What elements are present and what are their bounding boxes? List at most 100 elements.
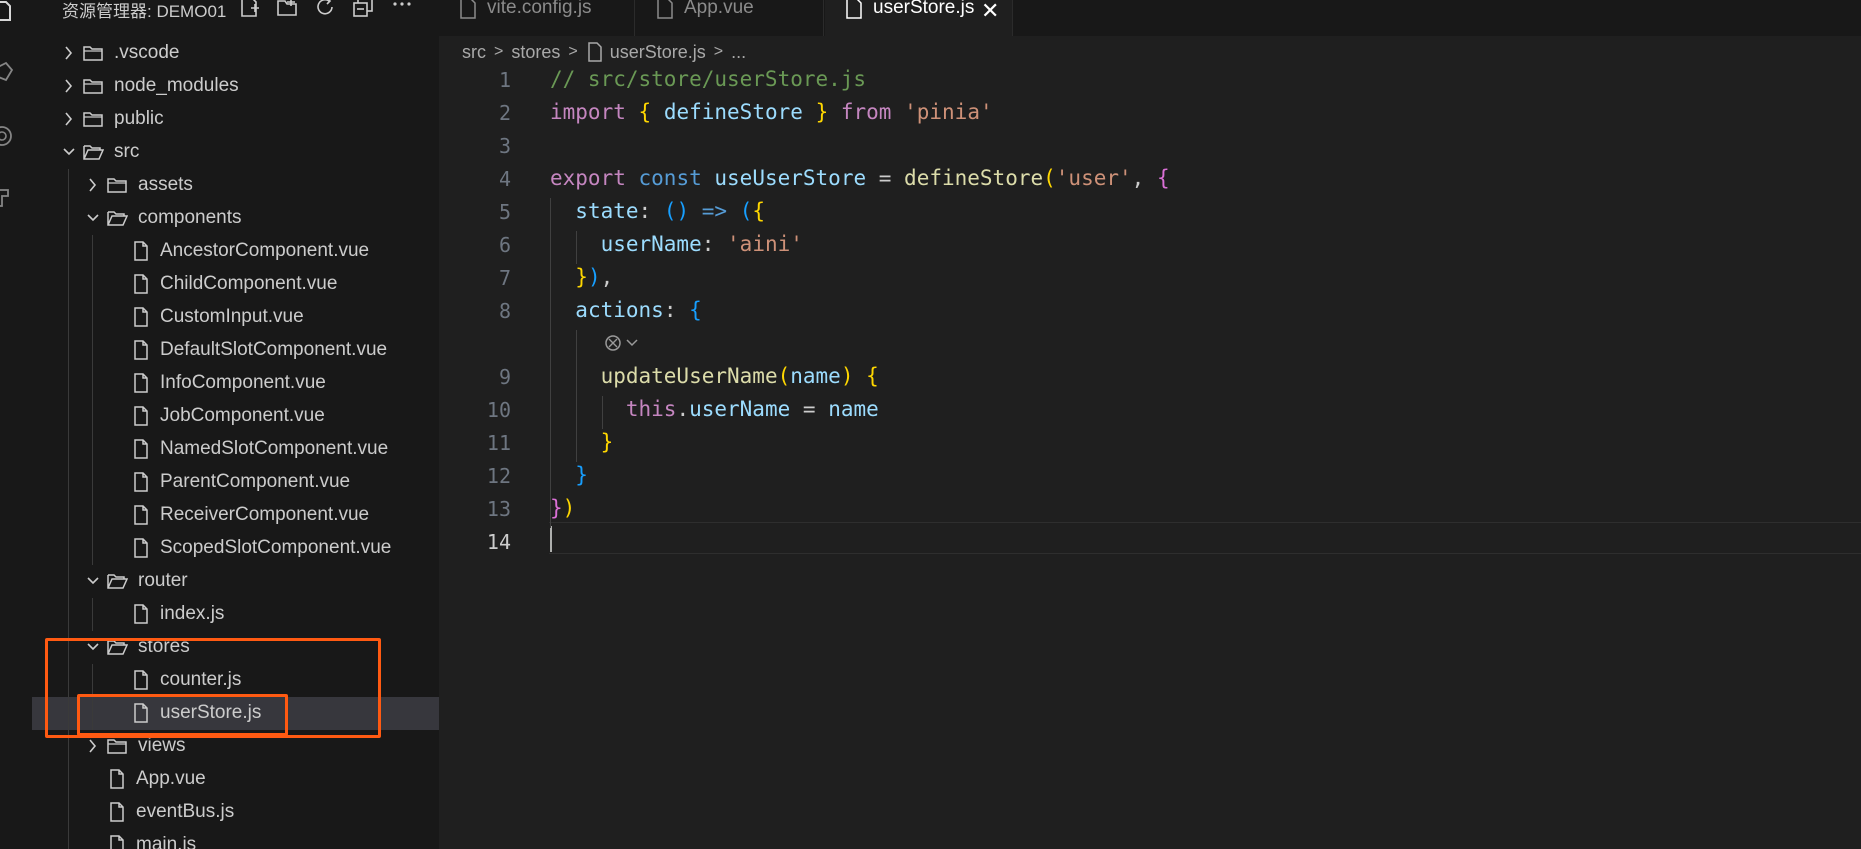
file-item[interactable]: CustomInput.vue bbox=[32, 301, 439, 334]
line-number: 9 bbox=[498, 365, 511, 389]
code-token: ( bbox=[1043, 166, 1056, 190]
file-item[interactable]: main.js bbox=[32, 829, 439, 849]
search-icon[interactable] bbox=[0, 60, 24, 88]
chevron-right-icon[interactable] bbox=[86, 177, 100, 193]
breadcrumb-item[interactable]: userStore.js bbox=[610, 42, 706, 63]
chevron-down-icon[interactable] bbox=[86, 210, 100, 226]
codelens[interactable] bbox=[603, 331, 651, 355]
chevron-right-icon[interactable] bbox=[62, 78, 76, 94]
folder-item[interactable]: node_modules bbox=[32, 70, 439, 103]
breadcrumb-item[interactable]: stores bbox=[511, 42, 560, 63]
new-folder-icon[interactable] bbox=[276, 0, 300, 18]
code-token: () bbox=[663, 199, 690, 223]
chevron-right-icon[interactable] bbox=[62, 111, 76, 127]
explorer-icon[interactable] bbox=[0, 0, 24, 28]
code-line[interactable]: updateUserName(name) { bbox=[550, 364, 879, 388]
file-item[interactable]: ChildComponent.vue bbox=[32, 268, 439, 301]
file-item[interactable]: index.js bbox=[32, 598, 439, 631]
code-line[interactable]: // src/store/userStore.js bbox=[550, 67, 866, 91]
folder-item[interactable]: router bbox=[32, 565, 439, 598]
code-editor[interactable]: 1 // src/store/userStore.js 2 import { defi… bbox=[439, 66, 1861, 849]
code-token: ( bbox=[739, 199, 753, 223]
refresh-icon[interactable] bbox=[314, 0, 338, 18]
tab-userstore[interactable]: userStore.js ✕ bbox=[825, 0, 1013, 36]
folder-item[interactable]: stores bbox=[32, 631, 439, 664]
file-icon bbox=[130, 240, 152, 262]
file-item[interactable]: JobComponent.vue bbox=[32, 400, 439, 433]
new-file-icon[interactable] bbox=[238, 0, 262, 18]
indent-guide bbox=[68, 829, 69, 849]
explorer-sidebar: 资源管理器: DEMO01 .vscode node_modules public s… bbox=[32, 0, 439, 849]
code-token: import bbox=[550, 100, 626, 124]
tree-item-label: index.js bbox=[160, 603, 225, 624]
file-icon bbox=[130, 438, 152, 460]
code-line[interactable]: import { defineStore } from 'pinia' bbox=[550, 100, 993, 124]
folder-item[interactable]: .vscode bbox=[32, 37, 439, 70]
breadcrumb: src > stores > userStore.js > ... bbox=[462, 40, 746, 64]
code-token: } bbox=[815, 100, 829, 124]
file-icon bbox=[459, 0, 477, 20]
explorer-title: 资源管理器: DEMO01 bbox=[62, 2, 227, 21]
line-number: 7 bbox=[498, 266, 511, 290]
indent-guide bbox=[68, 334, 69, 367]
code-token: = bbox=[866, 166, 905, 190]
file-item[interactable]: DefaultSlotComponent.vue bbox=[32, 334, 439, 367]
file-item[interactable]: ParentComponent.vue bbox=[32, 466, 439, 499]
code-token: defineStore bbox=[663, 100, 803, 124]
code-token: : bbox=[638, 199, 664, 223]
code-line[interactable]: userName: 'aini' bbox=[550, 232, 803, 256]
code-line[interactable]: this.userName = name bbox=[550, 397, 879, 421]
code-line[interactable]: } bbox=[550, 430, 614, 454]
chevron-down-icon[interactable] bbox=[86, 573, 100, 589]
code-token: 'pinia' bbox=[904, 100, 993, 124]
file-item[interactable]: InfoComponent.vue bbox=[32, 367, 439, 400]
folder-item[interactable]: assets bbox=[32, 169, 439, 202]
breadcrumb-item[interactable]: ... bbox=[731, 42, 746, 63]
code-line[interactable]: } bbox=[550, 463, 588, 487]
code-token: ) bbox=[840, 364, 854, 388]
folder-item[interactable]: views bbox=[32, 730, 439, 763]
folder-item[interactable]: public bbox=[32, 103, 439, 136]
file-item[interactable]: NamedSlotComponent.vue bbox=[32, 433, 439, 466]
code-line[interactable]: }), bbox=[550, 265, 613, 289]
code-line[interactable]: state: () => ({ bbox=[550, 199, 765, 223]
folder-open-icon bbox=[106, 570, 129, 592]
code-line[interactable]: export const useUserStore = defineStore(… bbox=[550, 166, 1170, 190]
run-debug-icon[interactable] bbox=[0, 184, 24, 212]
folder-item[interactable]: src bbox=[32, 136, 439, 169]
code-token: . bbox=[676, 397, 690, 421]
folder-icon bbox=[106, 735, 128, 757]
chevron-right-icon[interactable] bbox=[86, 738, 100, 754]
file-item[interactable]: userStore.js bbox=[32, 697, 439, 730]
tree-item-label: ChildComponent.vue bbox=[160, 273, 338, 294]
file-item[interactable]: eventBus.js bbox=[32, 796, 439, 829]
indent-guide bbox=[68, 565, 69, 598]
file-icon bbox=[130, 603, 152, 625]
tab-label: userStore.js bbox=[873, 0, 975, 18]
file-item[interactable]: AncestorComponent.vue bbox=[32, 235, 439, 268]
file-item[interactable]: counter.js bbox=[32, 664, 439, 697]
code-line[interactable]: }) bbox=[550, 496, 575, 520]
collapse-all-icon[interactable] bbox=[352, 0, 376, 18]
more-actions-icon[interactable] bbox=[390, 0, 414, 18]
tab-app-vue[interactable]: App.vue bbox=[636, 0, 824, 36]
file-icon bbox=[130, 702, 152, 724]
file-item[interactable]: ReceiverComponent.vue bbox=[32, 499, 439, 532]
close-icon[interactable]: ✕ bbox=[981, 0, 999, 24]
chevron-down-icon[interactable] bbox=[62, 144, 76, 160]
folder-icon bbox=[82, 108, 104, 130]
source-control-icon[interactable] bbox=[0, 122, 24, 150]
file-item[interactable]: ScopedSlotComponent.vue bbox=[32, 532, 439, 565]
chevron-down-icon[interactable] bbox=[86, 639, 100, 655]
file-item[interactable]: App.vue bbox=[32, 763, 439, 796]
indent-guide bbox=[68, 268, 69, 301]
folder-item[interactable]: components bbox=[32, 202, 439, 235]
code-line[interactable]: actions: { bbox=[550, 298, 701, 322]
file-icon bbox=[130, 306, 152, 328]
code-token: const bbox=[638, 166, 702, 190]
tab-vite-config[interactable]: vite.config.js bbox=[439, 0, 635, 36]
breadcrumb-item[interactable]: src bbox=[462, 42, 486, 63]
chevron-right-icon[interactable] bbox=[62, 45, 76, 61]
